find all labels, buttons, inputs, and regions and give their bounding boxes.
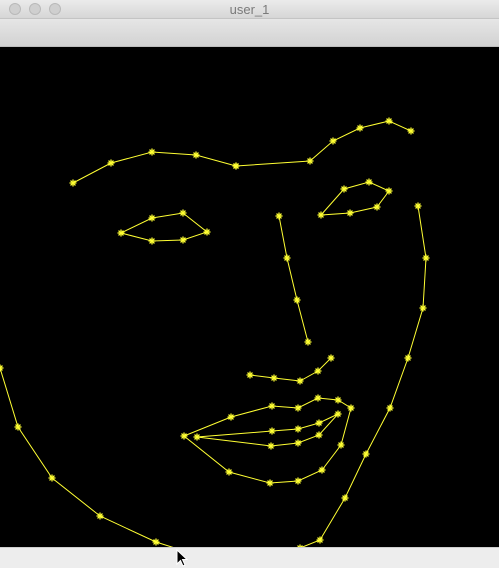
- outer-lip-line: [183, 397, 352, 484]
- landmark-point: [315, 419, 323, 427]
- landmark-point: [327, 354, 335, 362]
- landmark-point: [246, 371, 254, 379]
- landmark-point: [96, 512, 104, 520]
- landmark-point: [317, 211, 325, 219]
- landmark-point: [179, 209, 187, 217]
- landmark-point: [266, 479, 274, 487]
- landmark-point: [296, 377, 304, 385]
- toolbar: [0, 19, 499, 47]
- landmark-point: [293, 296, 301, 304]
- landmark-canvas[interactable]: [0, 47, 499, 560]
- landmark-point: [386, 404, 394, 412]
- landmark-point: [268, 427, 276, 435]
- landmark-point: [340, 185, 348, 193]
- face-outline-line: [0, 205, 427, 557]
- landmark-point: [414, 202, 422, 210]
- landmark-point: [152, 538, 160, 546]
- landmark-point: [225, 468, 233, 476]
- landmark-point: [341, 494, 349, 502]
- mouse-cursor-icon: [176, 549, 188, 567]
- landmark-point: [334, 396, 342, 404]
- landmark-point: [306, 157, 314, 165]
- landmark-point: [203, 228, 211, 236]
- landmark-point: [346, 209, 354, 217]
- landmark-point: [148, 148, 156, 156]
- landmark-point: [294, 477, 302, 485]
- right-eyebrow-line: [235, 120, 412, 167]
- landmark-point: [148, 214, 156, 222]
- landmark-point: [334, 410, 342, 418]
- landmark-point: [107, 159, 115, 167]
- landmark-point: [314, 394, 322, 402]
- landmark-point: [192, 151, 200, 159]
- landmark-point: [193, 433, 201, 441]
- window-title: user_1: [229, 2, 270, 17]
- landmark-point: [283, 254, 291, 262]
- landmark-point: [270, 374, 278, 382]
- landmark-point: [304, 338, 312, 346]
- landmark-point: [329, 137, 337, 145]
- landmark-point: [267, 442, 275, 450]
- landmark-point: [404, 354, 412, 362]
- landmark-point: [48, 474, 56, 482]
- landmark-point: [385, 187, 393, 195]
- landmark-point: [356, 124, 364, 132]
- landmark-point: [268, 402, 276, 410]
- landmark-point: [179, 236, 187, 244]
- landmark-point: [275, 212, 283, 220]
- landmark-point: [316, 536, 324, 544]
- landmark-point: [294, 425, 302, 433]
- landmark-point: [314, 367, 322, 375]
- landmark-point: [385, 117, 393, 125]
- landmark-point: [148, 237, 156, 245]
- nose-bridge-line: [278, 215, 309, 343]
- face-landmark-plot: [0, 117, 430, 560]
- landmark-point: [294, 404, 302, 412]
- left-eyebrow-line: [72, 151, 237, 184]
- landmark-point: [294, 439, 302, 447]
- landmark-point: [117, 229, 125, 237]
- inner-lip-line: [196, 413, 339, 447]
- landmark-point: [227, 413, 235, 421]
- right-eye-line: [319, 181, 390, 216]
- landmark-point: [14, 423, 22, 431]
- landmark-point: [69, 179, 77, 187]
- landmark-point: [362, 450, 370, 458]
- landmark-point: [180, 432, 188, 440]
- landmark-point: [347, 404, 355, 412]
- landmark-point: [373, 203, 381, 211]
- landmark-point: [422, 254, 430, 262]
- landmark-point: [407, 127, 415, 135]
- title-bar: user_1: [0, 0, 499, 19]
- landmark-point: [318, 466, 326, 474]
- landmark-point: [419, 304, 427, 312]
- landmark-point: [337, 441, 345, 449]
- status-bar: [0, 547, 499, 568]
- landmark-point: [0, 364, 4, 372]
- landmark-point: [315, 431, 323, 439]
- landmark-point: [232, 162, 240, 170]
- landmark-point: [365, 178, 373, 186]
- left-eye-line: [119, 212, 209, 242]
